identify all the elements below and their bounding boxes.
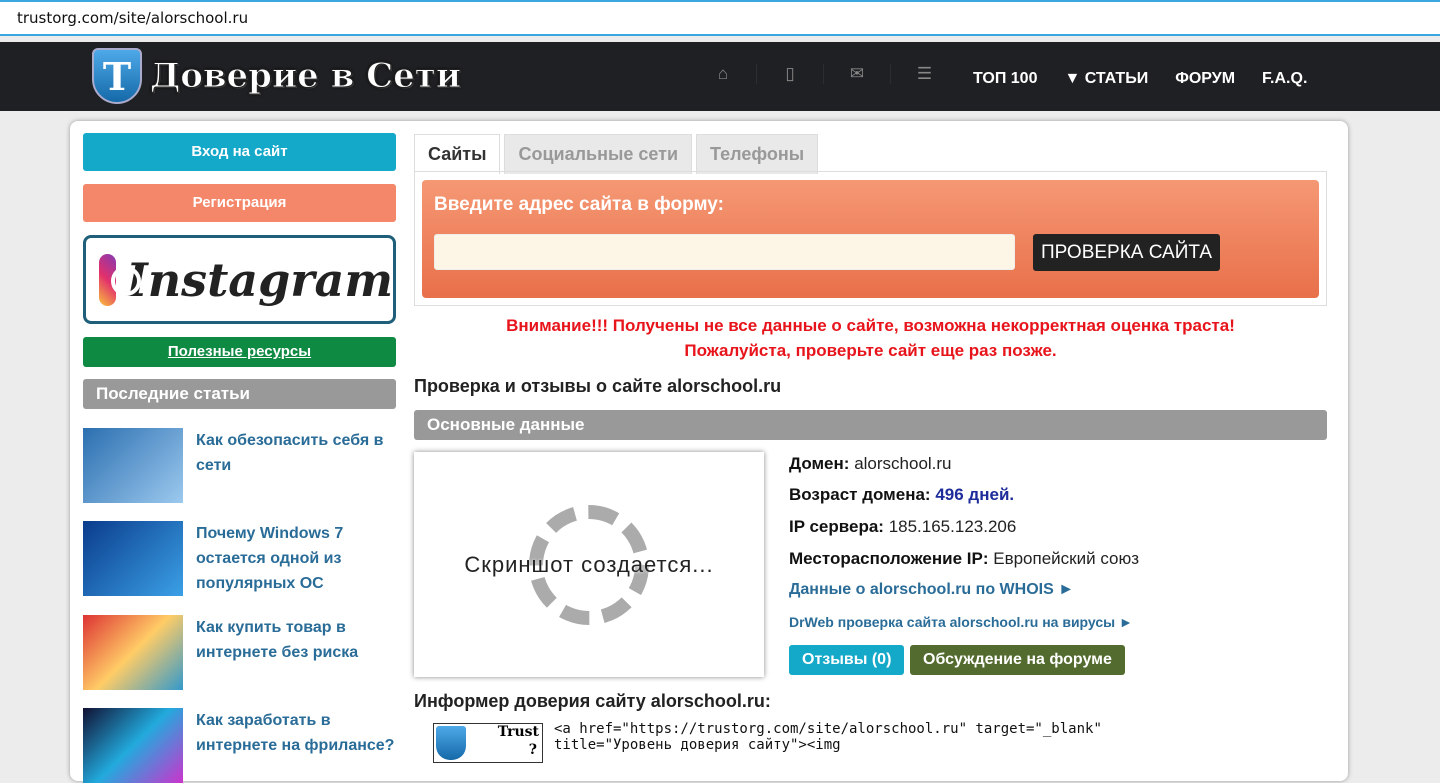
reviews-button[interactable]: Отзывы (0): [789, 645, 905, 675]
informer-title: Информер доверия сайту alorschool.ru:: [414, 691, 771, 711]
latest-articles-heading: Последние статьи: [83, 379, 396, 409]
address-bar[interactable]: trustorg.com/site/alorschool.ru: [0, 0, 1440, 36]
warning-message: Внимание!!! Получены не все данные о сай…: [506, 316, 1235, 360]
article-item[interactable]: Почему Windows 7 остается одной из попул…: [83, 521, 396, 596]
article-title[interactable]: Как купить товар в интернете без риска: [196, 615, 396, 690]
nav-top100[interactable]: ТОП 100: [973, 70, 1037, 88]
instagram-text: Instagram: [126, 252, 393, 307]
instagram-banner[interactable]: Instagram: [83, 235, 396, 324]
article-item[interactable]: Как обезопасить себя в сети: [83, 428, 396, 503]
tab-sites[interactable]: Сайты: [414, 134, 501, 174]
site-screenshot: Скриншот создается...: [414, 452, 764, 677]
page-title: Проверка и отзывы о сайте alorschool.ru: [414, 376, 782, 396]
form-label: Введите адрес сайта в форму:: [434, 194, 724, 215]
list-icon[interactable]: ☰: [891, 64, 958, 84]
article-title[interactable]: Почему Windows 7 остается одной из попул…: [196, 521, 396, 596]
section-heading: Основные данные: [414, 410, 1327, 440]
drweb-link[interactable]: DrWeb проверка сайта alorschool.ru на ви…: [789, 614, 1133, 630]
tab-phones[interactable]: Телефоны: [696, 134, 819, 174]
article-thumbnail: [83, 708, 183, 783]
forum-discussion-button[interactable]: Обсуждение на форуме: [910, 645, 1125, 675]
login-button[interactable]: Вход на сайт: [83, 133, 396, 171]
check-site-button[interactable]: ПРОВЕРКА САЙТА: [1033, 234, 1221, 271]
article-item[interactable]: Как купить товар в интернете без риска: [83, 615, 396, 690]
logo[interactable]: Т Доверие в Сети: [92, 48, 462, 104]
logo-text: Доверие в Сети: [149, 56, 462, 97]
article-title[interactable]: Как заработать в интернете на фрилансе?: [196, 708, 396, 783]
trust-badge: Trust ?: [433, 723, 543, 763]
informer-code[interactable]: <a href="https://trustorg.com/site/alors…: [554, 721, 1310, 766]
article-thumbnail: [83, 615, 183, 690]
article-item[interactable]: Как заработать в интернете на фрилансе?: [83, 708, 396, 783]
instagram-icon: [99, 253, 142, 306]
address-text[interactable]: trustorg.com/site/alorschool.ru: [17, 9, 248, 27]
site-url-input[interactable]: [434, 234, 1015, 270]
content-card: Вход на сайт Регистрация Instagram Полез…: [70, 121, 1348, 783]
article-thumbnail: [83, 428, 183, 503]
domain-row: Домен: alorschool.ru: [789, 454, 952, 473]
tab-social[interactable]: Социальные сети: [504, 134, 693, 174]
screenshot-text: Скриншот создается...: [464, 551, 714, 577]
mobile-icon[interactable]: ▯: [757, 64, 824, 84]
whois-link[interactable]: Данные о alorschool.ru по WHOIS ►: [789, 581, 1074, 599]
mail-icon[interactable]: ✉: [824, 64, 891, 84]
nav-forum[interactable]: ФОРУМ: [1175, 70, 1235, 88]
location-row: Месторасположение IP: Европейский союз: [789, 549, 1140, 568]
shield-icon: [436, 726, 466, 760]
shield-logo-icon: Т: [92, 48, 142, 104]
register-button[interactable]: Регистрация: [83, 184, 396, 222]
nav-faq[interactable]: F.A.Q.: [1262, 70, 1307, 88]
home-icon[interactable]: ⌂: [690, 64, 757, 84]
nav-articles[interactable]: ▼ СТАТЬИ: [1064, 70, 1148, 88]
domain-age-row: Возраст домена: 496 дней.: [789, 485, 1015, 504]
article-thumbnail: [83, 521, 183, 596]
resources-button[interactable]: Полезные ресурсы: [83, 337, 396, 367]
site-header: Т Доверие в Сети ⌂ ▯ ✉ ☰ ТОП 100 ▼ СТАТЬ…: [0, 42, 1440, 111]
article-title[interactable]: Как обезопасить себя в сети: [196, 428, 396, 503]
ip-row: IP сервера: 185.165.123.206: [789, 517, 1017, 536]
check-form: Введите адрес сайта в форму: ПРОВЕРКА СА…: [414, 171, 1327, 306]
